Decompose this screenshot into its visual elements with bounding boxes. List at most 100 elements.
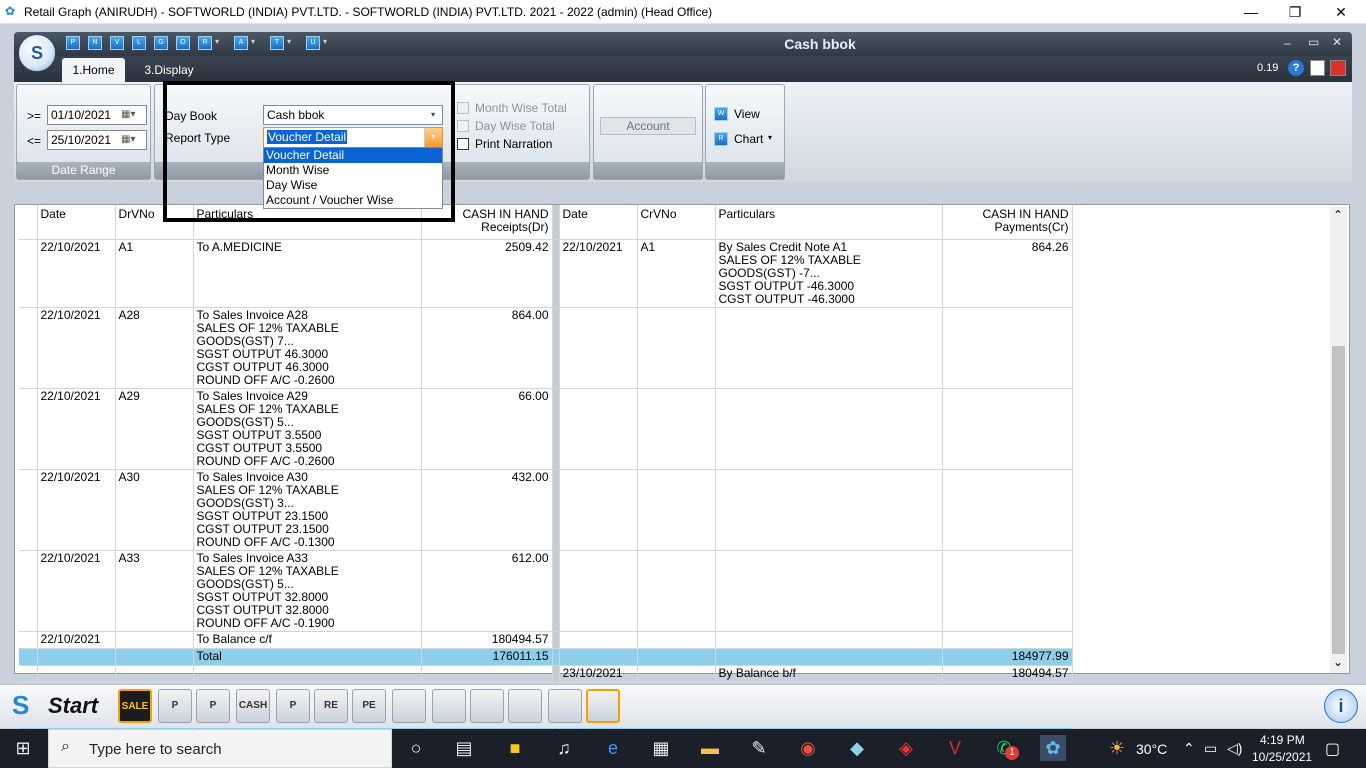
cell-payments: 184977.99 [942,648,1073,666]
form-minimize-button[interactable]: ‒ [1284,36,1291,50]
day-wise-total-checkbox[interactable] [457,120,469,132]
cell-crvno: A1 [637,239,716,308]
table-row[interactable]: 22/10/2021 A28 To Sales Invoice A28 SALES … [19,307,1073,389]
toolbar-app-icon[interactable] [586,689,620,723]
scrollbar-thumb[interactable] [1332,346,1345,654]
retail-graph-task-icon[interactable]: ✿ [1040,735,1066,761]
clock-time[interactable]: 4:19 PM [1260,733,1305,747]
whatsapp-badge: 1 [1005,746,1019,760]
windows-start-icon[interactable]: ⊞ [10,735,36,761]
weather-icon[interactable]: ☀ [1104,735,1130,761]
calculator-icon[interactable]: ▦ [648,735,674,761]
view-group: W View R Chart ▾ [705,84,785,180]
temperature[interactable]: 30°C [1136,741,1167,757]
column-separator [552,307,560,389]
toolbar-app-icon[interactable]: P [276,689,310,723]
calendar-icon[interactable]: ▦▾ [121,109,135,120]
cell-crvno [637,550,716,632]
tab-home[interactable]: 1.Home [62,58,125,82]
cell-date-cr [559,631,638,649]
cell-receipts: 612.00 [421,550,553,632]
exit-icon[interactable] [1330,60,1346,76]
toolbar-app-icon[interactable]: PE [352,689,386,723]
cell-date-cr: 22/10/2021 [559,239,638,308]
column-separator [552,205,560,240]
scroll-up-icon[interactable]: ⌃ [1333,208,1343,222]
minimize-button[interactable]: — [1236,2,1266,22]
cell-receipts [421,665,553,683]
toolbar-app-icon[interactable] [508,689,542,723]
network-icon[interactable]: ▭ [1204,740,1217,757]
cell-drvno [115,648,194,666]
calendar-icon[interactable]: ▦▾ [121,134,135,145]
close-button[interactable]: ✕ [1326,2,1356,22]
month-wise-total-checkbox[interactable] [457,102,469,114]
table-row[interactable]: 22/10/2021 A33 To Sales Invoice A33 SALES … [19,550,1073,632]
toolbar-app-icon[interactable]: P [196,689,230,723]
toolbar-app-icon[interactable]: RE [314,689,348,723]
toolbar-app-icon[interactable]: P [158,689,192,723]
table-row[interactable]: 22/10/2021 A30 To Sales Invoice A30 SALES … [19,469,1073,551]
form-close-button[interactable]: ✕ [1332,35,1342,49]
cell-date-cr [559,307,638,389]
tab-display[interactable]: 3.Display [134,58,204,82]
search-placeholder: Type here to search [89,741,222,758]
help-icon[interactable]: ? [1288,60,1304,76]
toolbar-app-icon[interactable] [392,689,426,723]
start-button[interactable]: Start [48,693,98,719]
file-explorer-icon[interactable]: ▬ [697,735,723,761]
tray-overflow-icon[interactable]: ⌃ [1183,740,1195,757]
app-icon[interactable]: ◆ [844,735,870,761]
volume-icon[interactable]: ◁) [1227,740,1242,757]
row-selector [19,631,38,649]
notes-icon[interactable] [1310,60,1325,76]
sticky-notes-icon[interactable]: ■ [502,735,528,761]
search-icon: ⌕ [61,738,70,755]
table-row[interactable]: 23/10/2021 By Balance b/f 180494.57 [19,665,1073,683]
itunes-icon[interactable]: ♫ [551,735,577,761]
table-row[interactable]: 22/10/2021 A1 To A.MEDICINE 2509.42 22/10/20… [19,239,1073,308]
notifications-icon[interactable]: ▢ [1325,739,1340,759]
anydesk-icon[interactable]: ◈ [893,735,919,761]
chart-button[interactable]: Chart [734,132,763,146]
table-row[interactable]: 22/10/2021 A29 To Sales Invoice A29 SALES … [19,388,1073,470]
clock-date[interactable]: 10/25/2021 [1252,750,1312,764]
cell-payments [942,307,1073,389]
scroll-down-icon[interactable]: ⌄ [1333,655,1343,669]
taskbar-search[interactable]: ⌕ Type here to search [48,729,392,768]
cell-particulars [193,665,422,683]
toolbar-app-icon[interactable] [548,689,582,723]
total-row[interactable]: Total 176011.15 184977.99 [19,648,1073,666]
column-header-date: Date [37,205,116,240]
view-button[interactable]: View [734,107,760,121]
cell-particulars: To Balance c/f [193,631,422,649]
cell-receipts: 66.00 [421,388,553,470]
chrome-icon[interactable]: ◉ [795,735,821,761]
cash-book-grid: Date DrVNo Particulars CASH IN HAND Receipt… [14,204,1350,734]
edge-icon[interactable]: e [600,735,626,761]
task-view-icon[interactable]: ▤ [451,735,477,761]
cell-drvno [115,631,194,649]
from-label: >= [27,109,42,123]
restore-button[interactable]: ❐ [1280,2,1310,22]
toolbar-app-icon[interactable] [470,689,504,723]
paint-icon[interactable]: ✎ [746,735,772,761]
cell-date: 22/10/2021 [37,307,116,389]
start-logo-icon[interactable]: S [12,690,29,721]
account-button[interactable]: Account [600,117,696,135]
toolbar-app-icon[interactable] [432,689,466,723]
cortana-icon[interactable]: ○ [403,735,429,761]
form-maximize-button[interactable]: ▭ [1308,35,1319,49]
toolbar-app-icon[interactable]: CASH [236,689,270,723]
toolbar-app-icon[interactable]: SALE [118,689,152,723]
print-narration-checkbox[interactable] [457,138,469,150]
from-date-value: 01/10/2021 [51,108,112,122]
row-selector [19,388,38,470]
table-row[interactable]: 22/10/2021 To Balance c/f 180494.57 [19,631,1073,649]
row-selector [19,550,38,632]
vnc-icon[interactable]: V [942,735,968,761]
chevron-down-icon[interactable]: ▾ [768,133,772,142]
cell-particulars-cr [715,550,943,632]
info-icon[interactable]: i [1324,689,1358,723]
cell-payments [942,631,1073,649]
